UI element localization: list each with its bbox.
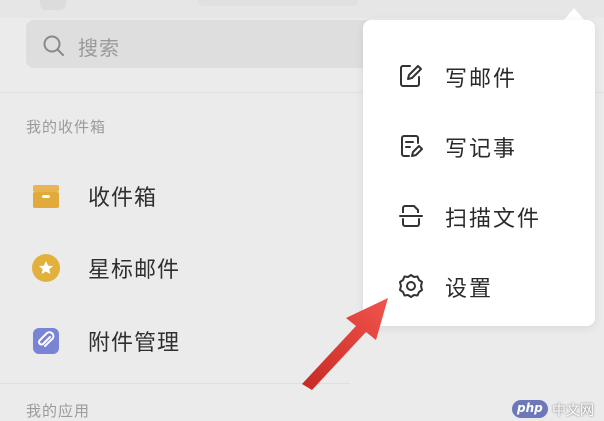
scan-icon [399,205,423,227]
mail-app-page: 搜索 我的收件箱 收件箱 星标邮件 附件管理 我的应用 写邮件 写记事 扫描文件… [0,0,604,421]
quick-actions-menu: 写邮件 写记事 扫描文件 设置 [363,20,595,326]
mailbox-item-label: 附件管理 [88,331,181,356]
menu-item-label: 设置 [445,277,494,302]
gear-icon [399,274,423,298]
menu-item-settings[interactable]: 设置 [383,260,583,310]
menu-item-label: 写记事 [445,137,518,162]
mailbox-item-inbox[interactable]: 收件箱 [22,168,352,222]
annotation-arrow-icon [302,298,388,390]
menu-item-scan[interactable]: 扫描文件 [383,190,583,240]
menu-item-label: 扫描文件 [445,207,542,232]
watermark-site: 中文网 [552,403,594,419]
top-bar-title-area [198,0,358,6]
top-bar [0,0,604,18]
note-icon [401,135,423,157]
search-icon [43,35,64,56]
compose-icon [400,65,422,87]
search-placeholder: 搜索 [78,36,120,60]
watermark-brand: php [517,401,543,415]
mailbox-item-label: 收件箱 [88,186,158,211]
star-icon [32,254,60,282]
attachment-icon [33,328,59,354]
menu-item-compose[interactable]: 写邮件 [383,50,583,100]
mailboxes-section-title: 我的收件箱 [26,118,107,136]
menu-item-note[interactable]: 写记事 [383,120,583,170]
watermark-badge: php [512,400,548,418]
mailbox-item-label: 星标邮件 [88,258,181,283]
top-bar-left-control[interactable] [40,0,66,10]
watermark-logo: php 中文网 [512,400,600,419]
inbox-icon [33,185,59,208]
menu-item-label: 写邮件 [445,67,518,92]
apps-section-title: 我的应用 [26,402,91,420]
